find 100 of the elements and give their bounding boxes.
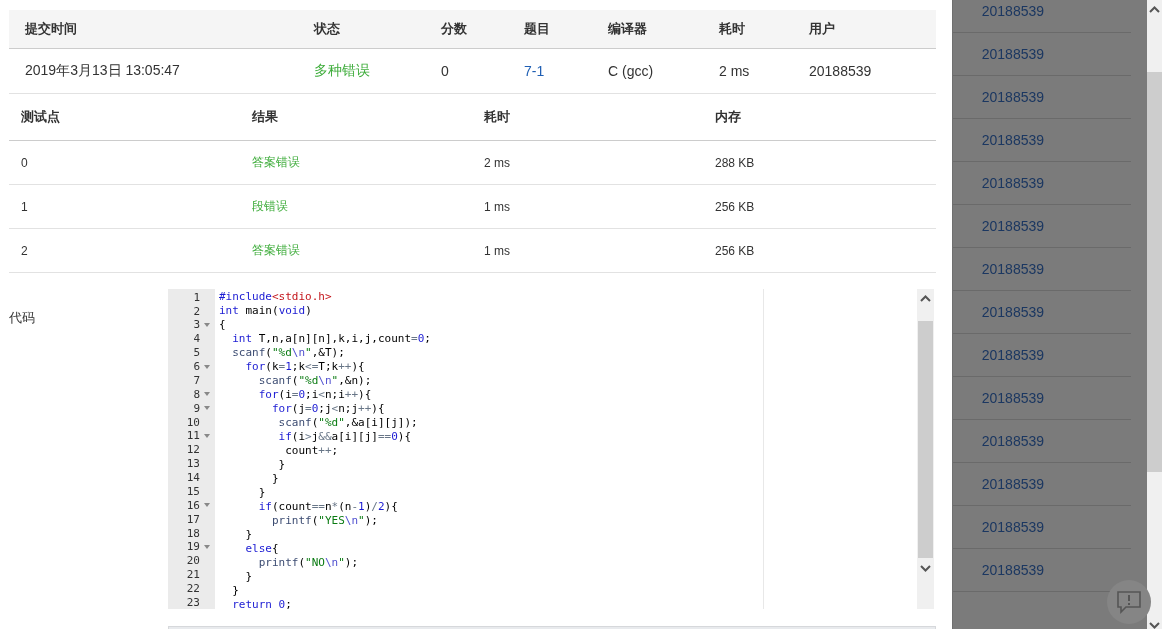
fold-caret-icon[interactable] (204, 544, 210, 549)
list-item[interactable]: 20188539 (952, 33, 1131, 76)
line-number: 22 (186, 582, 200, 595)
fold-caret-icon[interactable] (204, 406, 210, 411)
fold-caret-icon[interactable] (204, 503, 210, 508)
table-cell-text: 2 ms (483, 155, 511, 170)
fold-caret-icon[interactable] (204, 322, 210, 327)
list-item[interactable]: 20188539 (952, 119, 1131, 162)
line-number: 12 (186, 443, 200, 457)
fold-caret-icon[interactable] (204, 433, 210, 438)
column-header: 编译器 (607, 20, 648, 38)
column-header: 结果 (251, 108, 279, 127)
table-cell-text: 2 ms (718, 63, 751, 79)
column-header: 用户 (808, 20, 836, 38)
code-line: for(i=0;i<n;i++){ (257, 388, 373, 403)
status-text: 多种错误 (313, 62, 371, 80)
list-item[interactable]: 20188539 (952, 420, 1131, 463)
code-line: } (270, 472, 280, 487)
line-number: 16 (186, 498, 200, 512)
table-cell-text: 2 (20, 243, 29, 258)
code-line: } (231, 584, 240, 599)
list-item[interactable]: 20188539 (952, 334, 1131, 377)
status-text: 答案错误 (251, 242, 301, 260)
line-number: 23 (186, 595, 200, 609)
scrollbar[interactable] (917, 289, 934, 610)
scroll-up-icon[interactable] (1149, 6, 1160, 14)
line-number: 7 (193, 373, 200, 387)
table-cell-text: 256 KB (714, 199, 756, 214)
code-line: printf("NO\n"); (257, 556, 360, 571)
code-line: for(k=1;k<=T;k++){ (244, 360, 366, 375)
line-number: 13 (186, 457, 200, 471)
code-line: } (257, 486, 267, 501)
line-number: 9 (193, 401, 200, 415)
column-header: 提交时间 (24, 20, 78, 38)
code-line: printf("YES\n"); (270, 514, 379, 529)
column-header: 耗时 (483, 108, 511, 127)
fold-caret-icon[interactable] (204, 392, 210, 397)
code-line: return 0; (231, 598, 293, 610)
list-item[interactable]: 20188539 (952, 506, 1131, 549)
scroll-down-icon[interactable] (1149, 621, 1160, 629)
line-number: 3 (193, 318, 200, 332)
line-number: 2 (193, 304, 200, 318)
column-header: 题目 (523, 20, 551, 38)
code-line: int T,n,a[n][n],k,i,j,count=0; (231, 332, 432, 347)
code-line: } (244, 570, 254, 585)
line-number: 4 (193, 332, 200, 346)
list-item[interactable]: 20188539 (952, 205, 1131, 248)
line-number: 5 (193, 346, 200, 360)
list-item[interactable]: 20188539 (952, 248, 1131, 291)
fold-caret-icon[interactable] (204, 364, 210, 369)
code-line: for(j=0;j<n;j++){ (270, 402, 386, 417)
list-item[interactable]: 20188539 (952, 463, 1131, 506)
line-number: 6 (193, 360, 200, 373)
table-cell-text: 1 ms (483, 199, 511, 214)
line-number: 8 (193, 387, 200, 401)
table-cell-text: 0 (440, 63, 450, 79)
line-number: 15 (186, 484, 200, 498)
line-number: 17 (186, 512, 200, 526)
code-line: { (219, 318, 227, 333)
column-header: 测试点 (20, 108, 61, 127)
code-line: } (277, 458, 287, 473)
code-line: if(i>j&&a[i][j]==0){ (277, 430, 413, 445)
scroll-down-icon[interactable] (920, 564, 931, 573)
code-line: scanf("%d\n",&n); (257, 374, 373, 389)
column-header: 耗时 (718, 20, 746, 38)
code-line: else{ (244, 542, 280, 557)
list-item[interactable]: 20188539 (952, 76, 1131, 119)
line-number: 19 (186, 540, 200, 554)
line-number: 10 (186, 415, 200, 429)
status-text: 段错误 (251, 198, 289, 216)
table-cell-text: 20188539 (808, 63, 873, 79)
code-line: if(count==n*(n-1)/2){ (257, 500, 399, 515)
table-cell-text: 0 (20, 155, 29, 170)
table-cell-text: 1 ms (483, 243, 511, 258)
status-text: 答案错误 (251, 154, 301, 172)
table-cell-text: 256 KB (714, 243, 756, 258)
code-label: 代码 (9, 309, 36, 328)
line-number: 21 (186, 568, 200, 582)
line-number: 1 (193, 290, 200, 304)
code-line: scanf("%d",&a[i][j]); (277, 416, 419, 431)
line-number: 18 (186, 526, 200, 540)
list-item[interactable]: 20188539 (952, 0, 1131, 33)
scrollbar[interactable] (1147, 0, 1162, 629)
feedback-icon (1116, 590, 1142, 614)
code-line: #include<stdio.h> (219, 290, 333, 305)
code-line: int main(void) (219, 304, 313, 319)
list-item[interactable]: 20188539 (952, 291, 1131, 334)
code-line: } (244, 528, 254, 543)
table-cell-text: 2019年3月13日 13:05:47 (24, 62, 181, 80)
problem-link[interactable]: 7-1 (508, 63, 592, 79)
line-number: 11 (186, 429, 200, 443)
scroll-up-icon[interactable] (920, 295, 931, 304)
code-line: scanf("%d\n",&T); (231, 346, 346, 361)
column-header: 状态 (312, 20, 341, 38)
column-header: 分数 (440, 20, 468, 38)
list-item[interactable]: 20188539 (952, 162, 1131, 205)
list-item[interactable]: 20188539 (952, 377, 1131, 420)
table-cell-text: 288 KB (714, 155, 756, 170)
line-number: 14 (186, 471, 200, 484)
line-number: 20 (186, 554, 200, 568)
